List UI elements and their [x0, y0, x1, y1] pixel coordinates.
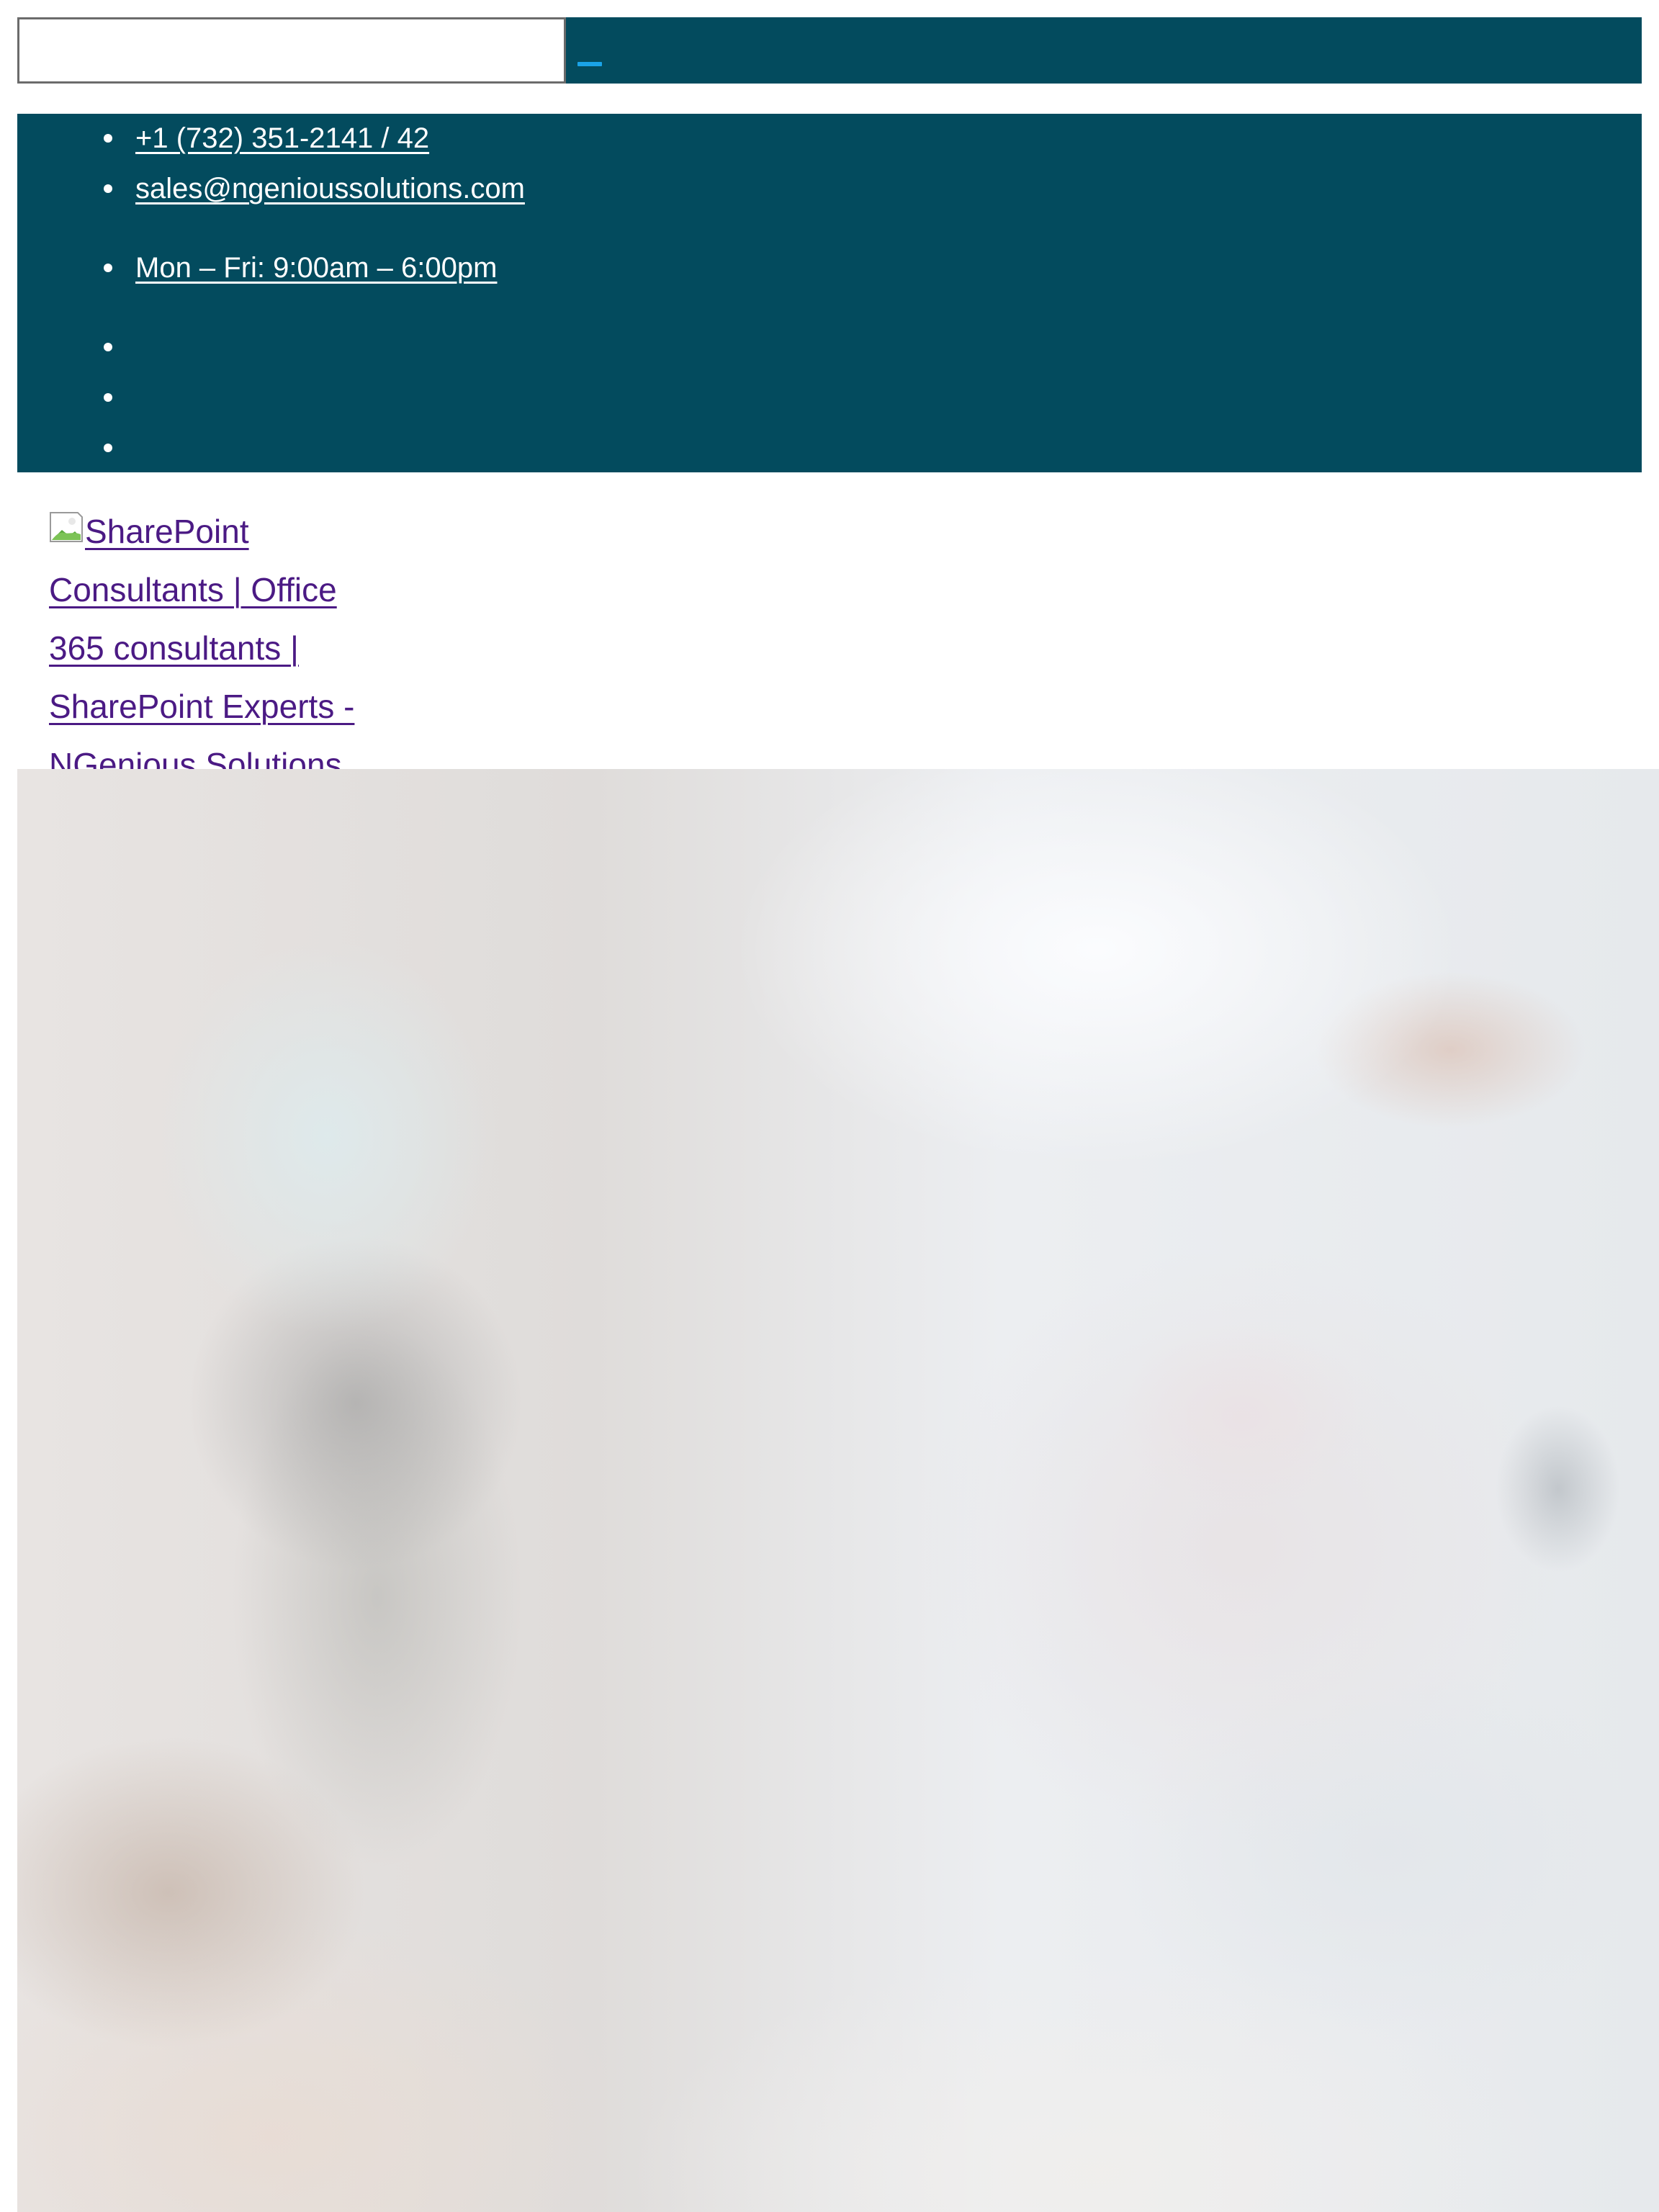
hero-background-image: [17, 769, 1659, 2212]
search-bar: [17, 17, 1642, 84]
broken-image-icon: [49, 510, 84, 544]
bullet-icon: [104, 393, 112, 402]
bullet-icon: [104, 444, 112, 452]
search-input[interactable]: [17, 17, 566, 84]
search-button[interactable]: [566, 17, 624, 84]
hours-link[interactable]: Mon – Fri: 9:00am – 6:00pm: [135, 246, 497, 289]
bullet-icon: [104, 343, 112, 351]
bullet-icon: [104, 264, 112, 272]
search-button-underline: [577, 62, 602, 66]
bullet-icon: [104, 184, 112, 193]
email-link[interactable]: sales@ngenioussolutions.com: [135, 167, 525, 210]
top-contact-bar: +1 (732) 351-2141 / 42 sales@ngenioussol…: [17, 114, 1642, 472]
logo-link[interactable]: SharePoint Consultants | Office 365 cons…: [49, 503, 380, 794]
bullet-icon: [104, 134, 112, 143]
logo-alt-text: SharePoint Consultants | Office 365 cons…: [49, 513, 355, 783]
phone-link[interactable]: +1 (732) 351-2141 / 42: [135, 117, 429, 160]
